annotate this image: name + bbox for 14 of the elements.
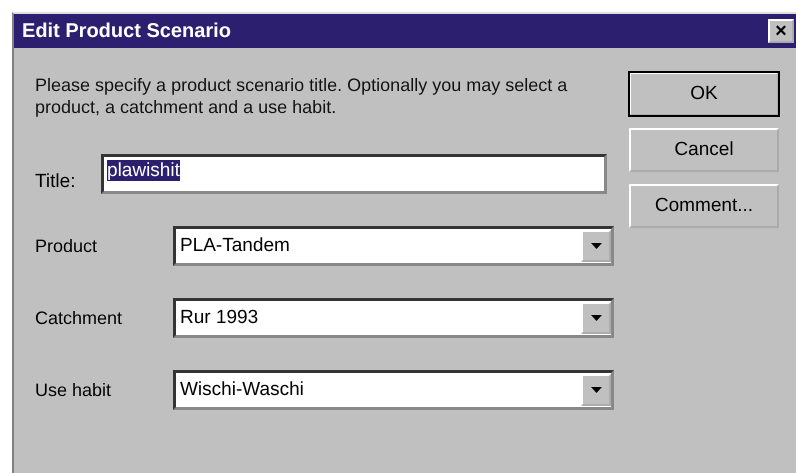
- dropdown-field[interactable]: Rur 1993: [173, 298, 614, 338]
- dialog-button[interactable]: OK: [629, 72, 779, 116]
- title-label: Title:: [35, 170, 76, 193]
- dropdown-label: Catchment: [35, 308, 124, 328]
- dropdown-field[interactable]: Wischi-Waschi: [173, 370, 614, 410]
- dropdown-label: Product: [35, 236, 98, 256]
- dialog-button[interactable]: Comment...: [629, 184, 779, 228]
- title-input-field[interactable]: plawishit: [101, 154, 607, 194]
- close-button[interactable]: ×: [768, 19, 794, 43]
- dropdown-field[interactable]: PLA-Tandem: [173, 226, 614, 266]
- window-title: Edit Product Scenario: [22, 20, 231, 42]
- instructions-text: Please specify a product scenario title. Optionally you may select a product, a catchment and a use habit.: [35, 74, 568, 118]
- dialog-button[interactable]: Cancel: [629, 128, 779, 172]
- dropdown-label: Use habit: [35, 380, 112, 400]
